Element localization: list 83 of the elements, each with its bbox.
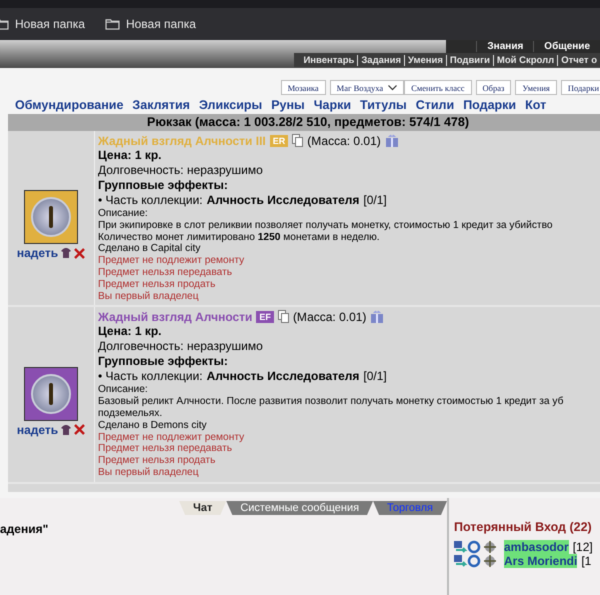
item-restriction: Предмет не подлежит ремонту (98, 255, 246, 267)
toolbar-button[interactable]: Умения (515, 80, 557, 95)
collection-label: • Часть коллекции: (98, 369, 203, 384)
rarity-tag: ER (270, 134, 288, 146)
user-name[interactable]: Ars Moriendi (504, 554, 578, 568)
menu-link[interactable]: Отчет о (557, 54, 600, 66)
bookmark-folder[interactable]: Новая папка (104, 17, 196, 31)
folder-icon (104, 18, 120, 30)
item-price: Цена: 1 кр. (98, 148, 163, 163)
chat-tab[interactable]: Системные сообщения (226, 501, 374, 515)
user-name[interactable]: ambasodor (504, 540, 569, 554)
category-tab[interactable]: Подарки (463, 98, 516, 112)
made-in-text: Сделано в Demons city (98, 420, 208, 432)
item-restriction: Предмет нельзя продать (98, 455, 216, 467)
description-text: Базовый реликт Алчности. После развития позволит получать монетку стоимостью 1 кредит за уб (98, 396, 564, 408)
item-durability: Долговечность: неразрушимо (98, 163, 264, 178)
gift-box-icon (384, 133, 399, 148)
category-tab[interactable]: Руны (271, 98, 305, 112)
collection-name: Алчность Исследователя (206, 193, 360, 208)
category-tab[interactable]: Эликсиры (198, 98, 262, 112)
copy-icon[interactable] (292, 134, 304, 147)
item-restriction: Предмет нельзя передавать (98, 266, 234, 279)
category-tab[interactable]: Титулы (360, 98, 407, 112)
description-text: Количество монет лимитировано 1250 монетами в неделю. (98, 232, 381, 244)
chat-message: адения" (0, 521, 50, 536)
item-restriction: Вы первый владелец (98, 290, 200, 302)
toolbar-button[interactable]: Сменить класс (404, 80, 472, 95)
category-tab[interactable]: Обмундирование (15, 98, 124, 112)
user-level: [1 (581, 554, 592, 568)
close-icon[interactable] (74, 248, 86, 259)
description-label: Описание: (98, 384, 149, 396)
item-price: Цена: 1 кр. (98, 324, 163, 340)
class-select[interactable]: Маг Воздуха (330, 80, 404, 95)
description-label: Описание: (98, 208, 149, 220)
bookmark-label: Новая папка (126, 17, 196, 31)
backpack-header: Рюкзак (масса: 1 003.28/2 510, предметов: 574/1 478) (8, 114, 600, 131)
category-tab[interactable]: Чарки (314, 98, 352, 112)
close-icon[interactable] (74, 424, 86, 436)
gift-box-icon (370, 309, 384, 324)
collection-label: • Часть коллекции: (98, 193, 203, 208)
chevron-down-icon (388, 84, 398, 90)
item-mass: (Масса: 0.01) (307, 134, 381, 148)
menu-link[interactable]: Задания (357, 54, 404, 66)
item-restriction: Вы первый владелец (98, 466, 200, 479)
shirt-icon[interactable] (61, 424, 72, 435)
copy-icon[interactable] (278, 310, 289, 324)
toolbar-button[interactable]: Образ (476, 80, 512, 95)
item-restriction: Предмет нельзя продать (98, 278, 216, 291)
menu-link[interactable]: Подвиги (446, 54, 493, 66)
menu-link[interactable]: Мой Скролл (492, 54, 558, 66)
menu-link[interactable]: Инвентарь (300, 54, 358, 66)
menu-link[interactable]: Знания (476, 41, 534, 52)
effects-title: Групповые эффекты: (98, 178, 229, 193)
equip-link[interactable]: надеть (16, 422, 58, 437)
shirt-icon[interactable] (61, 248, 72, 258)
toolbar-button[interactable]: Подарки (560, 80, 600, 95)
category-tab[interactable]: Заклятия (132, 98, 190, 112)
rarity-tag: EF (256, 310, 274, 323)
item-restriction: Предмет не подлежит ремонту (98, 432, 246, 444)
collection-name: Алчность Исследователя (206, 369, 360, 384)
item-restriction: Предмет нельзя передавать (98, 443, 234, 456)
item-mass: (Масса: 0.01) (292, 310, 366, 324)
made-in-text: Сделано в Capital city (98, 243, 202, 256)
bookmark-label: Новая папка (15, 17, 85, 31)
chat-tab[interactable]: Чат (179, 501, 226, 515)
relic-eye-icon (24, 190, 78, 244)
collection-count: [0/1] (363, 193, 387, 208)
toolbar-button[interactable]: Мозаика (280, 80, 326, 95)
menu-link[interactable]: Общение (533, 41, 600, 52)
menu-link[interactable]: Умения (404, 54, 446, 66)
description-text: подземельях. (98, 408, 164, 420)
item-name[interactable]: Жадный взгляд Алчности (98, 310, 252, 324)
description-text: При экипировке в слот реликвии позволяет получать монетку, стоимостью 1 кредит за убийство (98, 220, 553, 232)
user-level: [12] (572, 540, 593, 554)
item-durability: Долговечность: неразрушимо (98, 339, 264, 354)
location-title: Потерянный Вход (22) (454, 520, 593, 534)
equip-link[interactable]: надеть (16, 246, 58, 260)
effects-title: Групповые эффекты: (98, 354, 229, 370)
collection-count: [0/1] (363, 369, 387, 384)
category-tab[interactable]: Стили (416, 98, 454, 112)
category-tab[interactable]: Кот (525, 98, 546, 112)
relic-eye-icon (24, 366, 78, 421)
bookmark-folder[interactable]: Новая папка (0, 17, 85, 31)
